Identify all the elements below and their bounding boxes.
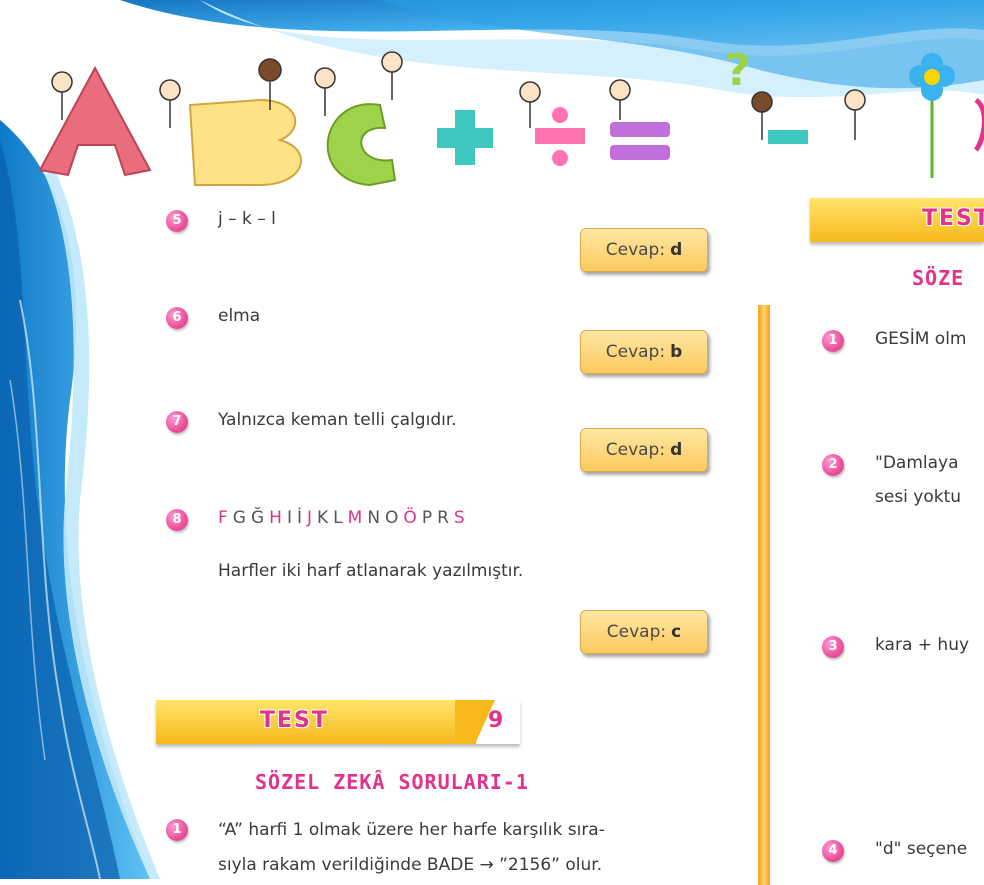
answer-box-q8: Cevap: c — [580, 610, 708, 654]
answer-box-q7: Cevap: d — [580, 428, 708, 472]
answer-letter: b — [670, 342, 683, 362]
divide-sign-shape — [535, 107, 585, 166]
sequence-letter: H — [269, 508, 283, 528]
question-7-text: Yalnızca keman telli çalgıdır. — [218, 410, 457, 430]
sequence-letter: F — [218, 508, 229, 528]
equals-sign-shape — [610, 122, 670, 160]
section-title-right: SÖZE — [912, 266, 965, 290]
sequence-letter: R — [437, 508, 450, 528]
question-4-right-text: "d" seçene — [875, 839, 968, 859]
sequence-letter: P — [421, 508, 434, 528]
sequence-letter: K — [317, 508, 330, 528]
question-number-1: 1 — [166, 819, 188, 841]
question-number-1-right: 1 — [822, 330, 844, 352]
answer-box-q6: Cevap: b — [580, 330, 708, 374]
question-number-2-right: 2 — [822, 454, 844, 476]
answer-prefix: Cevap: — [605, 342, 666, 362]
answer-letter: d — [670, 440, 683, 460]
letter-sequence: FGĞHIİJKLMNOÖPRS — [218, 508, 470, 528]
answer-letter: c — [671, 622, 682, 642]
answer-prefix: Cevap: — [606, 622, 667, 642]
question-5-text: j – k – l — [218, 209, 276, 229]
question-2-right-line-1: "Damlaya — [875, 453, 959, 473]
question-number-6: 6 — [166, 307, 188, 329]
question-8-explanation: Harfler iki harf atlanarak yazılmıştır. — [218, 561, 524, 581]
sequence-letter: G — [232, 508, 247, 528]
minus-sign-shape — [768, 130, 808, 144]
sequence-letter: M — [347, 508, 364, 528]
column-divider — [758, 305, 770, 885]
sequence-letter: J — [306, 508, 313, 528]
question-number-8: 8 — [166, 509, 188, 531]
sequence-letter: Ğ — [250, 508, 266, 528]
sequence-letter: L — [333, 508, 344, 528]
answer-prefix: Cevap: — [605, 440, 666, 460]
sequence-letter: N — [367, 508, 382, 528]
test-label: TEST — [260, 708, 329, 733]
sequence-letter: Ö — [403, 508, 418, 528]
question-2-right-line-2: sesi yoktu — [875, 487, 962, 507]
sequence-letter: I — [286, 508, 293, 528]
decorative-header-illustration: ? — [0, 0, 984, 879]
sequence-letter: S — [453, 508, 466, 528]
question-3-right-text: kara + huy — [875, 635, 970, 655]
question-number-5: 5 — [166, 210, 188, 232]
question-1-right-text: GESİM olm — [875, 329, 967, 349]
flower-shape — [909, 53, 955, 178]
question-number-7: 7 — [166, 411, 188, 433]
answer-prefix: Cevap: — [605, 240, 666, 260]
sequence-letter: O — [385, 508, 400, 528]
letter-c-shape — [326, 103, 397, 187]
plus-sign-shape — [437, 110, 493, 165]
question-1-line-1: “A” harfi 1 olmak üzere her harfe karşıl… — [218, 820, 605, 840]
section-title: SÖZEL ZEKÂ SORULARI-1 — [255, 770, 529, 794]
svg-text:?: ? — [725, 45, 751, 96]
question-1-line-2: sıyla rakam verildiğinde BADE → ”2156” o… — [218, 855, 603, 875]
answer-box-q5: Cevap: d — [580, 228, 708, 272]
question-number-4-right: 4 — [822, 840, 844, 862]
question-6-text: elma — [218, 306, 261, 326]
answer-letter: d — [670, 240, 683, 260]
letter-b-shape — [188, 98, 302, 186]
test-number: 9 — [488, 708, 504, 733]
sequence-letter: İ — [296, 508, 303, 528]
test-label-right: TEST — [922, 206, 984, 231]
question-number-3-right: 3 — [822, 636, 844, 658]
